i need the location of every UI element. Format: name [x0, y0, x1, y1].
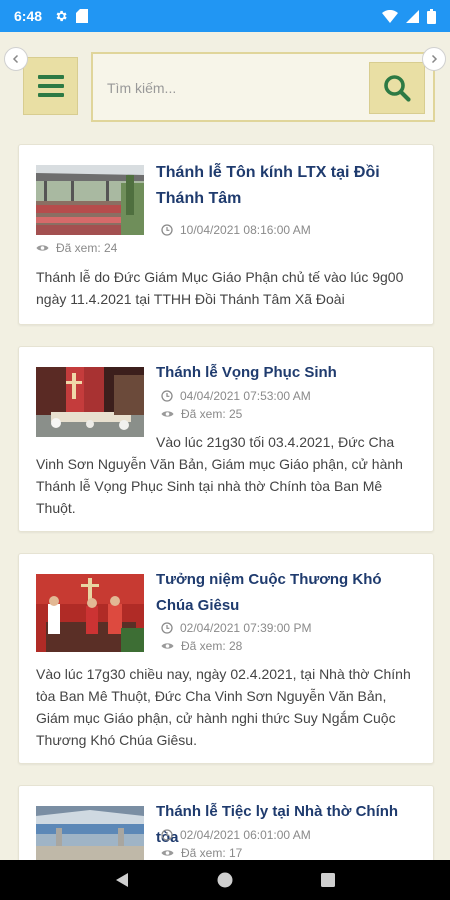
search-bar: [91, 52, 435, 122]
back-icon: [115, 873, 128, 887]
article-views-text: Đã xem: 17: [181, 846, 243, 860]
home-icon: [217, 872, 233, 888]
scroll-right-button[interactable]: [422, 47, 446, 71]
clock-icon: [161, 622, 173, 634]
back-button[interactable]: [102, 860, 142, 900]
clock-icon: [161, 224, 173, 236]
article-views: Đã xem: 24: [36, 241, 117, 255]
hamburger-icon: [37, 75, 64, 79]
article-card[interactable]: Tưởng niệm Cuộc Thương Khó Chúa Giêsu 02…: [18, 553, 434, 764]
eye-icon: [161, 850, 174, 856]
article-date: 10/04/2021 08:16:00 AM: [161, 223, 311, 237]
recents-button[interactable]: [308, 860, 348, 900]
article-date-text: 10/04/2021 08:16:00 AM: [180, 223, 311, 237]
eye-icon: [161, 411, 174, 417]
battery-icon: [427, 8, 436, 24]
search-input[interactable]: [107, 74, 357, 102]
home-button[interactable]: [205, 860, 245, 900]
status-bar: 6:48: [0, 0, 450, 32]
scroll-left-button[interactable]: [4, 47, 28, 71]
article-thumbnail[interactable]: [36, 574, 144, 652]
article-thumbnail[interactable]: [36, 367, 144, 437]
clock-icon: [161, 390, 173, 402]
article-views: Đã xem: 28: [161, 639, 242, 653]
article-date: 02/04/2021 06:01:00 AM: [161, 828, 311, 842]
article-views: Đã xem: 25: [161, 407, 242, 421]
recents-icon: [321, 873, 336, 887]
status-time: 6:48: [14, 8, 43, 24]
clock-icon: [161, 829, 173, 841]
article-date-text: 04/04/2021 07:53:00 AM: [180, 389, 311, 403]
article-title[interactable]: Tưởng niệm Cuộc Thương Khó Chúa Giêsu: [156, 567, 418, 619]
article-card[interactable]: Thánh lễ Tôn kính LTX tại Đồi Thánh Tâm …: [18, 144, 434, 325]
article-date-text: 02/04/2021 07:39:00 PM: [180, 621, 312, 635]
sd-card-icon: [76, 9, 89, 23]
article-date-text: 02/04/2021 06:01:00 AM: [180, 828, 311, 842]
article-summary: Vào lúc 21g30 tối 03.4.2021, Đức Cha Vin…: [36, 434, 403, 516]
article-date: 04/04/2021 07:53:00 AM: [161, 389, 311, 403]
eye-icon: [161, 643, 174, 649]
article-views-text: Đã xem: 28: [181, 639, 243, 653]
chevron-right-icon: [431, 54, 438, 64]
eye-icon: [36, 245, 49, 251]
app-header: [0, 32, 450, 142]
article-date: 02/04/2021 07:39:00 PM: [161, 621, 311, 635]
search-icon: [384, 75, 411, 102]
article-thumbnail[interactable]: [36, 165, 144, 235]
article-views-text: Đã xem: 24: [56, 241, 118, 255]
article-summary: Thánh lễ do Đức Giám Mục Giáo Phận chủ t…: [36, 269, 404, 307]
article-title[interactable]: Thánh lễ Vọng Phục Sinh: [156, 360, 418, 386]
chevron-left-icon: [12, 54, 19, 64]
article-views-text: Đã xem: 25: [181, 407, 243, 421]
search-button[interactable]: [369, 62, 425, 114]
article-summary: Vào lúc 17g30 chiều nay, ngày 02.4.2021,…: [36, 666, 411, 748]
gear-icon: [54, 9, 68, 23]
article-card[interactable]: Thánh lễ Vọng Phục Sinh 04/04/2021 07:53…: [18, 346, 434, 532]
system-nav-bar: [0, 860, 450, 900]
article-title[interactable]: Thánh lễ Tiệc ly tại Nhà thờ Chính tòa: [156, 799, 418, 851]
article-title[interactable]: Thánh lễ Tôn kính LTX tại Đồi Thánh Tâm: [156, 160, 418, 212]
wifi-icon: [382, 9, 398, 23]
signal-icon: [406, 9, 419, 23]
article-views: Đã xem: 17: [161, 846, 242, 860]
menu-button[interactable]: [23, 57, 78, 115]
